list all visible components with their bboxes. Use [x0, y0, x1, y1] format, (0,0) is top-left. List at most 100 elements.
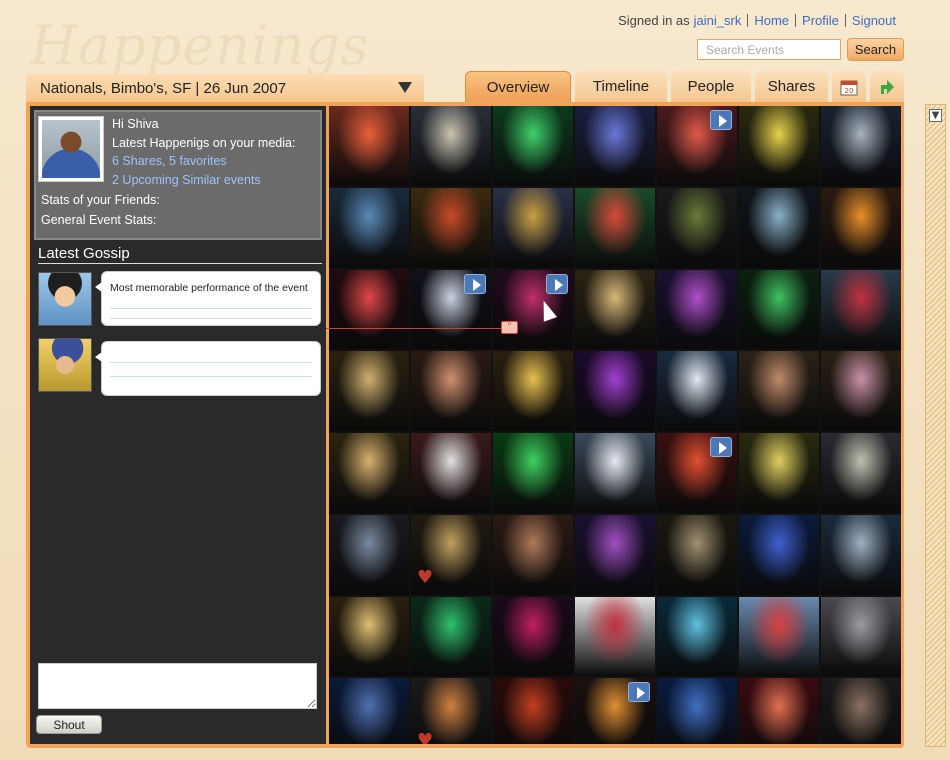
greeting: Hi Shiva — [112, 117, 159, 131]
photo-thumbnail[interactable] — [739, 106, 819, 186]
play-video-icon[interactable] — [464, 273, 486, 294]
profile-link[interactable]: Profile — [802, 13, 839, 28]
favorite-heart-icon[interactable]: ♥ — [417, 732, 433, 745]
photo-thumbnail[interactable] — [493, 433, 573, 513]
search-button[interactable]: Search — [847, 38, 904, 61]
home-link[interactable]: Home — [754, 13, 789, 28]
photo-thumbnail[interactable] — [657, 187, 737, 268]
gossip-bubble[interactable] — [95, 341, 321, 396]
shout-input[interactable] — [38, 663, 317, 709]
photo-thumbnail[interactable] — [739, 596, 819, 677]
photo-thumbnail[interactable] — [493, 514, 573, 595]
photo-thumbnail[interactable] — [493, 596, 573, 677]
photo-thumbnail[interactable] — [329, 596, 409, 677]
photo-thumbnail[interactable] — [329, 269, 409, 350]
photo-thumbnail[interactable] — [821, 351, 901, 431]
photo-thumbnail[interactable] — [657, 351, 737, 431]
arrow-icon — [881, 79, 894, 94]
photo-thumbnail[interactable] — [493, 187, 573, 268]
photo-thumbnail[interactable] — [657, 433, 737, 513]
photo-thumbnail[interactable] — [329, 106, 409, 186]
photo-thumbnail[interactable] — [329, 514, 409, 595]
dropdown-arrow-icon[interactable] — [398, 82, 412, 93]
shares-link[interactable]: 6 Shares, — [112, 154, 166, 168]
username-link[interactable]: jaini_srk — [694, 13, 742, 28]
photo-thumbnail[interactable] — [329, 433, 409, 513]
photo-thumbnail[interactable] — [739, 678, 819, 744]
photo-thumbnail[interactable] — [821, 187, 901, 268]
photo-thumbnail[interactable] — [821, 596, 901, 677]
photo-thumbnail[interactable]: ♥ — [411, 514, 491, 595]
search-input[interactable] — [697, 39, 841, 60]
play-video-icon[interactable] — [546, 273, 568, 294]
photo-thumbnail[interactable] — [493, 678, 573, 744]
gossip-avatar[interactable] — [38, 272, 92, 326]
bubble-line — [110, 362, 312, 363]
bubble-line — [110, 318, 312, 319]
photo-thumbnail[interactable] — [329, 351, 409, 431]
signout-link[interactable]: Signout — [852, 13, 896, 28]
photo-thumbnail[interactable] — [493, 269, 573, 350]
tab-calendar[interactable]: 20 — [832, 71, 866, 102]
photo-thumbnail[interactable] — [739, 514, 819, 595]
favorites-link[interactable]: 5 favorites — [169, 154, 227, 168]
photo-thumbnail[interactable] — [739, 187, 819, 268]
photo-thumbnail[interactable] — [821, 106, 901, 186]
user-avatar[interactable] — [38, 116, 104, 182]
photo-thumbnail[interactable] — [575, 351, 655, 431]
play-video-icon[interactable] — [628, 682, 650, 703]
favorite-heart-icon[interactable]: ♥ — [417, 568, 433, 587]
photo-thumbnail[interactable] — [411, 269, 491, 350]
tab-timeline[interactable]: Timeline — [575, 71, 667, 102]
photo-thumbnail[interactable] — [411, 433, 491, 513]
photo-thumbnail[interactable] — [657, 514, 737, 595]
photo-thumbnail[interactable] — [657, 678, 737, 744]
shout-button[interactable]: Shout — [36, 715, 102, 734]
photo-thumbnail[interactable] — [411, 187, 491, 268]
upcoming-events-link[interactable]: 2 Upcoming Similar events — [112, 173, 261, 187]
photo-thumbnail[interactable] — [657, 269, 737, 350]
comment-icon[interactable]: “ — [501, 321, 518, 334]
photo-thumbnail[interactable] — [329, 678, 409, 744]
photo-thumbnail[interactable] — [575, 596, 655, 677]
photo-thumbnail[interactable] — [411, 351, 491, 431]
photo-thumbnail[interactable] — [739, 433, 819, 513]
filter-icon[interactable]: ▼ — [929, 109, 942, 122]
avatar-image — [42, 120, 100, 178]
photo-thumbnail[interactable] — [411, 596, 491, 677]
gossip-bubble[interactable]: Most memorable performance of the event — [95, 271, 321, 326]
tab-share[interactable] — [870, 71, 904, 102]
photo-thumbnail[interactable] — [657, 106, 737, 186]
play-video-icon[interactable] — [710, 437, 732, 457]
tab-people[interactable]: People — [671, 71, 751, 102]
photo-thumbnail[interactable] — [821, 514, 901, 595]
play-video-icon[interactable] — [710, 110, 732, 130]
profile-summary: Hi Shiva Latest Happenigs on your media:… — [112, 115, 295, 189]
photo-thumbnail[interactable] — [575, 514, 655, 595]
photo-thumbnail[interactable] — [821, 433, 901, 513]
photo-thumbnail[interactable] — [739, 269, 819, 350]
gossip-avatar[interactable] — [38, 338, 92, 392]
right-sidebar[interactable] — [925, 104, 946, 747]
photo-thumbnail[interactable] — [575, 106, 655, 186]
photo-thumbnail[interactable] — [329, 187, 409, 268]
photo-thumbnail[interactable] — [821, 269, 901, 350]
photo-thumbnail[interactable] — [739, 351, 819, 431]
comment-connector — [326, 328, 501, 329]
bubble-line — [110, 308, 312, 309]
top-navigation: Signed in as jaini_srk Home Profile Sign… — [618, 13, 902, 28]
tab-shares[interactable]: Shares — [755, 71, 828, 102]
photo-thumbnail[interactable] — [411, 106, 491, 186]
photo-thumbnail[interactable] — [575, 187, 655, 268]
photo-thumbnail[interactable] — [493, 106, 573, 186]
signed-in-label: Signed in as — [618, 13, 690, 28]
photo-thumbnail[interactable] — [657, 596, 737, 677]
photo-thumbnail[interactable] — [575, 269, 655, 350]
photo-thumbnail[interactable] — [575, 678, 655, 744]
photo-thumbnail[interactable] — [575, 433, 655, 513]
event-selector[interactable]: Nationals, Bimbo's, SF | 26 Jun 2007 — [26, 74, 424, 102]
photo-thumbnail[interactable] — [821, 678, 901, 744]
tab-overview[interactable]: Overview — [465, 71, 571, 102]
photo-thumbnail[interactable] — [493, 351, 573, 431]
photo-thumbnail[interactable]: ♥ — [411, 678, 491, 744]
